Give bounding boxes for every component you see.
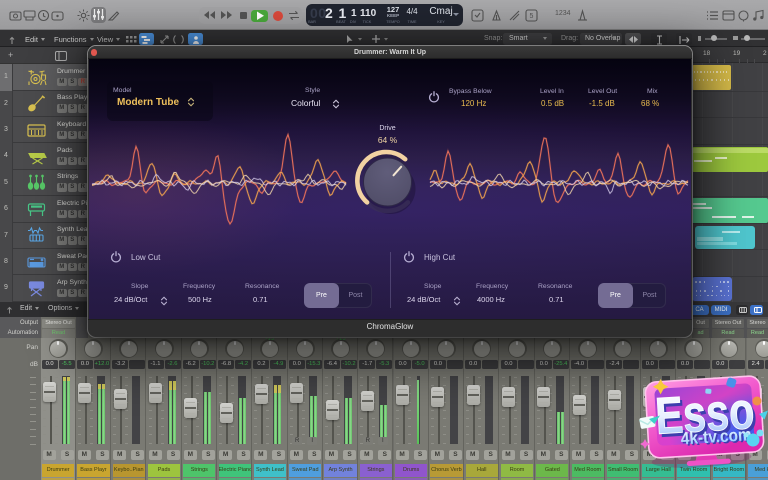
svg-text:5: 5	[530, 13, 534, 20]
